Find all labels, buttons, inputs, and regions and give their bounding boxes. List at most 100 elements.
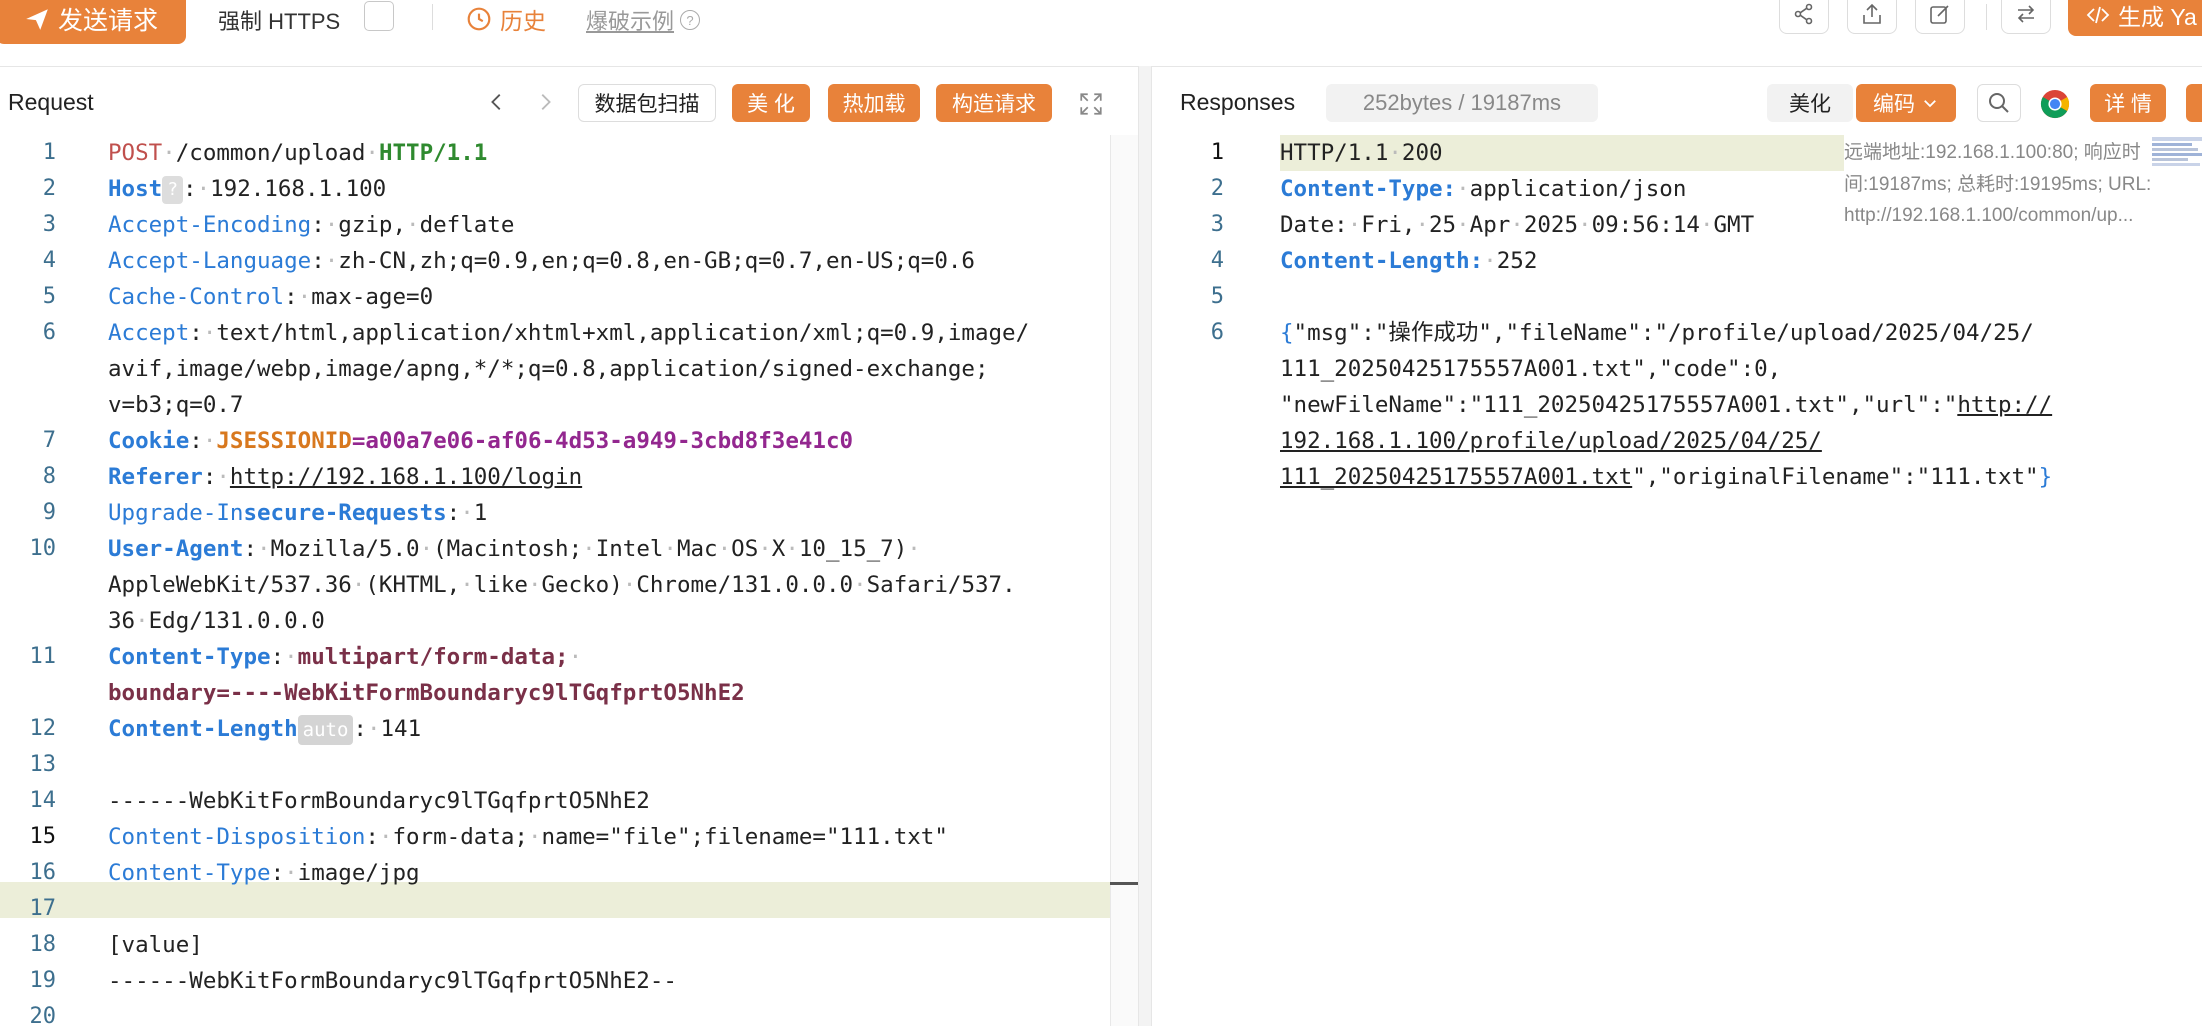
top-toolbar: 发送请求 强制 HTTPS 历史 爆破示例 ? 生成 Ya [0,0,2202,64]
code-line: Content-Type:·application/json [1280,176,1687,202]
response-beautify-button[interactable]: 美化 [1767,84,1853,122]
code-line-wrap: v=b3;q=0.7 [108,392,244,418]
upload-icon [1863,3,1881,24]
header-value: Chrome/131.0.0.0 [636,572,854,598]
request-editor[interactable]: 1 2 3 4 5 6 7 8 9 10 11 12 13 14 15 16 1… [0,135,1138,1026]
json-text: ","originalFilename":"111.txt" [1632,464,2039,490]
url-link[interactable]: http:// [1957,392,2052,418]
header-key: Upgrade-In [108,500,244,526]
url-link[interactable]: 111_20250425175557A001.txt [1280,464,1632,490]
header-key: Content-Length: [1280,248,1484,274]
edit-button[interactable] [1915,0,1965,34]
line-number: 8 [42,464,56,489]
code-line: Accept-Language:·zh-CN,zh;q=0.9,en;q=0.8… [108,248,975,274]
header-value: gzip, [338,212,407,238]
beautify-button[interactable]: 美 化 [732,84,810,122]
auto-length-tag[interactable]: auto [297,714,354,745]
hotload-button[interactable]: 热加载 [828,84,920,122]
code-line: Content-Type:·multipart/form-data;· [108,644,583,670]
toolbar-divider [1986,4,1987,30]
http-protocol: HTTP/1.1 [378,140,488,166]
code-line: Accept-Encoding:·gzip,·deflate [108,212,515,238]
share-button[interactable] [1779,0,1829,34]
construct-request-button[interactable]: 构造请求 [936,84,1052,122]
code-line: HTTP/1.1·200 [1280,140,1443,166]
header-value: max-age=0 [311,284,434,310]
request-title: Request [8,89,94,115]
line-number: 6 [1210,320,1224,345]
response-search-button[interactable] [1977,84,2021,122]
code-line: ------WebKitFormBoundaryc9lTGqfprtO5NhE2 [108,788,650,814]
header-value: (KHTML, [365,572,461,598]
swap-button[interactable] [2001,0,2051,34]
code-line: ------WebKitFormBoundaryc9lTGqfprtO5NhE2… [108,968,677,994]
line-number: 3 [1210,212,1224,237]
header-key: Host [108,176,163,202]
prev-button[interactable] [484,89,510,115]
url-link[interactable]: 192.168.1.100/profile/upload/2025/04/25/ [1280,423,1822,459]
line-number: 5 [42,284,56,309]
header-key: User-Agent [108,536,244,562]
header-key: Referer [108,464,203,490]
http-method: POST [108,140,163,166]
code-line-wrap: avif,image/webp,image/apng,*/*;q=0.8,app… [108,356,989,382]
header-value: application/json [1469,176,1687,202]
header-key: Accept-Language [108,248,312,274]
code-line: Referer:·http://192.168.1.100/login [108,464,583,490]
history-label: 历史 [500,8,546,34]
chrome-icon[interactable] [2040,89,2070,119]
response-viewer[interactable]: 1 2 3 4 5 6 HTTP/1.1·200 Content-Type:·a… [1152,135,2202,1026]
header-value: 09:56:14 [1591,212,1700,238]
header-value: image/jpg [297,860,420,886]
code-line: Date:·Fri,·25·Apr·2025·09:56:14·GMT [1280,212,1755,238]
expand-icon[interactable] [1078,91,1104,117]
header-value: Edg/131.0.0.0 [148,608,325,634]
header-value: 252 [1496,248,1538,274]
panel-splitter[interactable] [1138,66,1152,1026]
code-line: Cookie:·JSESSIONID=a00a7e06-af06-4d53-a9… [108,428,854,454]
header-value: multipart/form-data; [297,644,569,670]
chevron-left-icon [491,94,501,110]
burst-example-link[interactable]: 爆破示例 ? [586,4,701,36]
code-line: POST·/common/upload·HTTP/1.1 [108,140,488,166]
force-https-checkbox[interactable] [364,1,394,31]
line-number: 19 [29,968,57,993]
header-value: X [771,536,786,562]
next-button[interactable] [532,89,558,115]
minimap[interactable] [2152,137,2202,177]
line-number: 12 [29,716,57,741]
json-text: "msg":"操作成功","fileName":"/profile/upload… [1293,320,2034,346]
send-request-button[interactable]: 发送请求 [0,0,186,44]
line-number: 11 [29,644,57,669]
code-line-wrap: 36·Edg/131.0.0.0 [108,608,325,634]
help-icon[interactable]: ? [680,10,701,30]
header-key: Accept-Encoding [108,212,312,238]
line-number: 1 [1210,140,1224,165]
host-hint-tag[interactable]: ? [162,175,184,204]
header-value: deflate [419,212,515,238]
line-number: 7 [42,428,56,453]
referer-link[interactable]: http://192.168.1.100/login [230,464,582,490]
generate-button[interactable]: 生成 Ya [2068,0,2202,36]
detail-button[interactable]: 详 情 [2090,84,2166,122]
header-key: Content-Type: [1280,176,1457,202]
chevron-down-icon [1924,100,1936,108]
code-line: Content-Length auto:·141 [108,711,421,747]
force-https-label: 强制 HTTPS [218,9,341,34]
line-number: 18 [29,932,57,957]
encode-dropdown[interactable]: 编码 [1856,84,1956,122]
overflow-button[interactable] [2186,84,2202,122]
code-line: Content-Disposition:·form-data;·name="fi… [108,824,948,850]
header-value: Safari/537. [866,572,1016,598]
header-key: Content-Type [108,644,271,670]
packet-scan-button[interactable]: 数据包扫描 [578,84,716,122]
export-button[interactable] [1847,0,1897,34]
send-request-label: 发送请求 [57,7,158,35]
history-button[interactable]: 历史 [466,2,546,36]
header-value: 192.168.1.100 [210,176,387,202]
header-value: AppleWebKit/537.36 [108,572,352,598]
code-line: Upgrade-Insecure-Requests:·1 [108,500,488,526]
request-scrollbar[interactable] [1110,135,1138,1026]
header-value: Intel [595,536,664,562]
code-line-wrap: AppleWebKit/537.36·(KHTML,·like·Gecko)·C… [108,572,1016,598]
